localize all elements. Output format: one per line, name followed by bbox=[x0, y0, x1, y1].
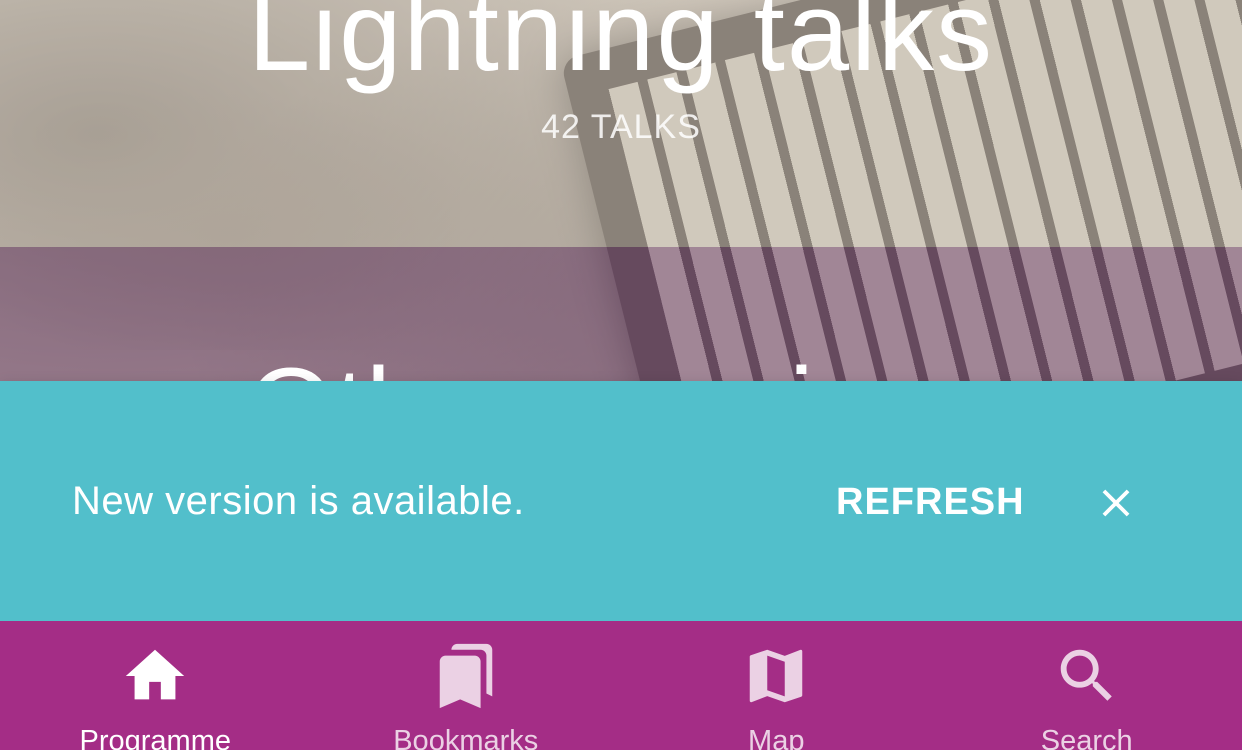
refresh-button[interactable]: REFRESH bbox=[820, 467, 1041, 537]
bottom-navigation: Programme Bookmarks Map Search bbox=[0, 621, 1242, 750]
nav-item-bookmarks[interactable]: Bookmarks bbox=[311, 621, 622, 750]
nav-label-map: Map bbox=[748, 725, 805, 750]
session-card-lightning-talks[interactable]: Lightning talks 42 TALKS bbox=[0, 0, 1242, 247]
close-button[interactable] bbox=[1084, 471, 1148, 535]
bookmarks-icon bbox=[431, 641, 501, 711]
nav-label-programme: Programme bbox=[79, 725, 232, 750]
nav-item-search[interactable]: Search bbox=[932, 621, 1242, 750]
nav-item-map[interactable]: Map bbox=[621, 621, 932, 750]
snackbar-message: New version is available. bbox=[72, 479, 525, 523]
home-icon bbox=[120, 641, 190, 711]
session-card-title: Lightning talks bbox=[247, 0, 995, 94]
map-icon bbox=[741, 641, 811, 711]
nav-item-programme[interactable]: Programme bbox=[0, 621, 311, 750]
nav-label-search: Search bbox=[1040, 725, 1133, 750]
nav-label-bookmarks: Bookmarks bbox=[393, 725, 539, 750]
update-snackbar: New version is available. REFRESH bbox=[0, 381, 1242, 621]
close-icon bbox=[1102, 489, 1130, 517]
session-card-count: 42 TALKS bbox=[541, 108, 701, 146]
search-icon bbox=[1052, 641, 1122, 711]
